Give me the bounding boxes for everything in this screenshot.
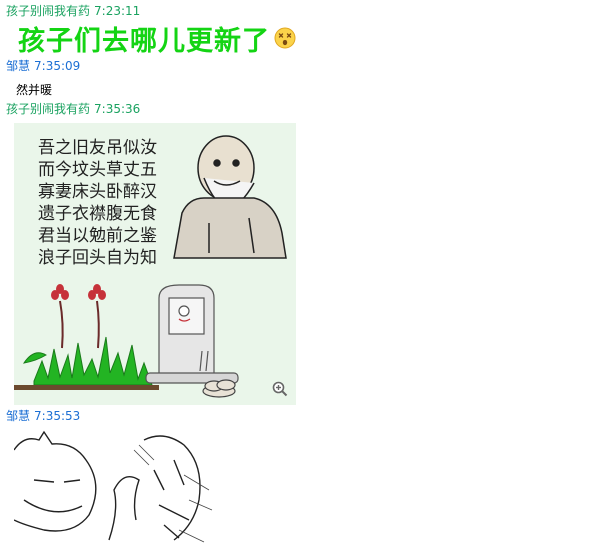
message-header: 邹慧 7:35:09: [6, 59, 80, 73]
sender-name[interactable]: 邹慧: [6, 59, 30, 73]
dizzy-face-emoji-icon: [274, 27, 296, 49]
message-header: 孩子别闹我有药 7:35:36: [6, 102, 140, 116]
message-header: 邹慧 7:35:53: [6, 409, 80, 423]
message-content: 孩子们去哪儿更新了: [18, 20, 296, 57]
zoom-in-icon[interactable]: [272, 381, 288, 397]
message-time: 7:35:09: [34, 59, 81, 73]
message-text: 孩子们去哪儿更新了: [18, 25, 270, 57]
meme-image[interactable]: [14, 430, 214, 546]
rage-comic-sketch-icon: [14, 430, 213, 543]
meme-image[interactable]: 吾之旧友吊似汝 而今坟头草丈五 寡妻床头卧醉汉 遗子衣襟腹无食 君当以勉前之鉴 …: [14, 123, 296, 405]
message-time: 7:35:36: [94, 102, 141, 116]
sender-name[interactable]: 邹慧: [6, 409, 30, 423]
message-time: 7:23:11: [94, 4, 141, 18]
message-header: 孩子别闹我有药 7:23:11: [6, 4, 140, 18]
sender-name[interactable]: 孩子别闹我有药: [6, 102, 90, 116]
message-text: 然并暖: [16, 83, 53, 97]
meme-illustration: [14, 135, 287, 398]
message-time: 7:35:53: [34, 409, 81, 423]
sender-name[interactable]: 孩子别闹我有药: [6, 4, 90, 18]
